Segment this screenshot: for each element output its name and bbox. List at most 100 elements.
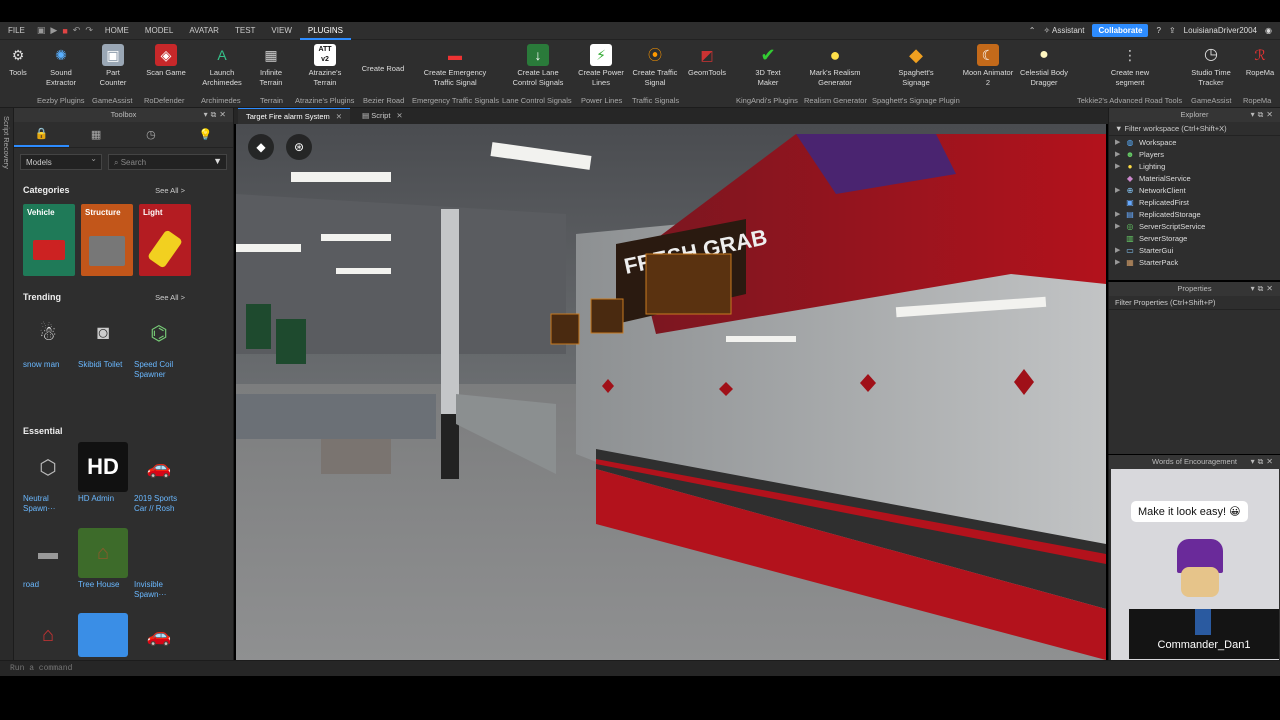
create-lane-control-button[interactable]: ↓ Create Lane Control Signals (506, 44, 570, 88)
trending-see-all[interactable]: See All > (155, 293, 185, 302)
explorer-filter[interactable]: ▼ Filter workspace (Ctrl+Shift+X) (1109, 122, 1280, 136)
explorer-item-lighting[interactable]: ▶ ● Lighting (1109, 160, 1280, 172)
roblox-logo-icon[interactable]: ◆ (248, 134, 274, 160)
create-traffic-signal-button[interactable]: ⦿ Create Traffic Signal (630, 44, 680, 88)
expand-arrow-icon[interactable]: ▶ (1115, 186, 1125, 194)
explorer-item-starterpack[interactable]: ▶ ▦ StarterPack (1109, 256, 1280, 268)
expand-arrow-icon[interactable]: ▶ (1115, 210, 1125, 218)
expand-arrow-icon[interactable]: ▶ (1115, 138, 1125, 146)
explorer-item-replicatedfirst[interactable]: ▣ ReplicatedFirst (1109, 196, 1280, 208)
asset-sports-car[interactable]: 🚗 2019 Sports Car // Rosh (134, 442, 186, 514)
filter-icon[interactable]: ▼ (213, 156, 222, 166)
expand-arrow-icon[interactable]: ▶ (1115, 246, 1125, 254)
panel-controls[interactable]: ▾⧉✕ (1251, 108, 1276, 122)
asset-speed-coil[interactable]: ⌬ Speed Coil Spawner (134, 308, 186, 380)
tab-marketplace[interactable]: 🔒 (14, 122, 69, 147)
replicated-icon: ▣ (1126, 197, 1134, 207)
explorer-item-startergui[interactable]: ▶ ▭ StarterGui (1109, 244, 1280, 256)
asset-snow-man[interactable]: ☃ snow man (23, 308, 75, 370)
save-icon[interactable]: ▣ (37, 25, 46, 36)
geomtools-button[interactable]: ◩ GeomTools (684, 44, 730, 78)
panel-controls[interactable]: ▾⧉✕ (1251, 282, 1276, 296)
category-vehicle[interactable]: Vehicle (23, 204, 75, 276)
asset-building[interactable]: ⌂ (23, 613, 75, 657)
menu-file[interactable]: FILE (0, 22, 33, 40)
asset-sky[interactable] (78, 613, 130, 657)
tab-inventory[interactable]: ▦ (69, 122, 124, 147)
asset-hd-admin[interactable]: HD HD Admin (78, 442, 130, 504)
tools-button[interactable]: ⚙ Tools (4, 44, 32, 78)
asset-neutral-spawn[interactable]: ⬡ Neutral Spawn··· (23, 442, 75, 514)
atrazines-terrain-button[interactable]: ATT v2 Atrazine's Terrain (302, 44, 348, 88)
command-input[interactable] (0, 661, 400, 676)
scan-game-button[interactable]: ◈ Scan Game (146, 44, 186, 78)
assistant-button[interactable]: ✧ Assistant (1044, 26, 1085, 35)
explorer-item-replicatedstorage[interactable]: ▶ ▤ ReplicatedStorage (1109, 208, 1280, 220)
explorer-item-materialservice[interactable]: ◆ MaterialService (1109, 172, 1280, 184)
properties-filter[interactable]: Filter Properties (Ctrl+Shift+P) (1109, 296, 1280, 310)
tab-recent[interactable]: ◷ (124, 122, 179, 147)
create-emergency-signal-button[interactable]: ▬ Create Emergency Traffic Signal (420, 44, 490, 88)
collaborate-button[interactable]: Collaborate (1092, 24, 1149, 37)
3d-text-maker-button[interactable]: ✔ 3D Text Maker (746, 44, 790, 88)
explorer-item-players[interactable]: ▶ ☻ Players (1109, 148, 1280, 160)
launch-archimedes-button[interactable]: A Launch Archimedes (200, 44, 244, 88)
asset-tree-house[interactable]: ⌂ Tree House (78, 528, 130, 590)
explorer-item-networkclient[interactable]: ▶ ⊕ NetworkClient (1109, 184, 1280, 196)
studio-time-tracker-button[interactable]: ◷ Studio Time Tracker (1186, 44, 1236, 88)
asset-pink-car[interactable]: 🚗 (134, 613, 186, 657)
asset-skibidi-toilet[interactable]: ◙ Skibidi Toilet (78, 308, 130, 370)
close-icon[interactable]: ✕ (336, 112, 342, 121)
stop-icon[interactable]: ■ (62, 26, 67, 36)
create-new-segment-button[interactable]: ⋮ Create new segment (1102, 44, 1158, 88)
close-icon[interactable]: ✕ (396, 111, 402, 120)
asset-road[interactable]: ▬ road (23, 528, 75, 590)
spaghetts-signage-button[interactable]: ◆ Spaghett's Signage (884, 44, 948, 88)
sound-extractor-button[interactable]: ✺ Sound Extractor (40, 44, 82, 88)
menu-view[interactable]: VIEW (263, 22, 299, 40)
user-menu-icon[interactable]: ◉ (1265, 26, 1272, 35)
ropema-button[interactable]: ℛ RopeMa (1242, 44, 1278, 78)
undo-icon[interactable]: ↶ (73, 25, 81, 36)
share-icon[interactable]: ⇪ (1169, 26, 1176, 35)
models-select[interactable]: Models (20, 154, 102, 170)
categories-see-all[interactable]: See All > (155, 186, 185, 195)
category-light[interactable]: Light (139, 204, 191, 276)
help-icon[interactable]: ? (1156, 26, 1160, 35)
tab-target-fire-alarm[interactable]: Target Fire alarm System ✕ (238, 108, 351, 124)
username-label[interactable]: LouisianaDriver2004 (1184, 26, 1257, 35)
menu-model[interactable]: MODEL (137, 22, 181, 40)
realism-generator-button[interactable]: ● Mark's Realism Generator (802, 44, 868, 88)
create-power-lines-button[interactable]: ⚡ Create Power Lines (576, 44, 626, 88)
explorer-item-serverstorage[interactable]: ▥ ServerStorage (1109, 232, 1280, 244)
chevron-up-icon[interactable]: ⌃ (1029, 26, 1036, 35)
script-recovery-strip[interactable]: Script Recovery (0, 108, 14, 660)
expand-arrow-icon[interactable]: ▶ (1115, 258, 1125, 266)
tab-script[interactable]: ▤ Script ✕ (354, 108, 411, 124)
play-icon[interactable]: ▶ (50, 25, 57, 36)
celestial-body-dragger-button[interactable]: ● Celestial Body Dragger (1016, 44, 1072, 88)
expand-arrow-icon[interactable]: ▶ (1115, 150, 1125, 158)
camera-control-icon[interactable]: ⊛ (286, 134, 312, 160)
expand-arrow-icon[interactable]: ▶ (1115, 162, 1125, 170)
infinite-terrain-button[interactable]: ▦ Infinite Terrain (253, 44, 289, 88)
search-input[interactable]: ⌕ Search ▼ (108, 154, 227, 170)
category-structure[interactable]: Structure (81, 204, 133, 276)
moon-animator-button[interactable]: ☾ Moon Animator 2 (962, 44, 1014, 88)
expand-arrow-icon[interactable]: ▶ (1115, 222, 1125, 230)
part-counter-button[interactable]: ▣ Part Counter (94, 44, 132, 88)
plug-icon: ⚙ (11, 47, 25, 63)
create-road-button[interactable]: Create Road (358, 64, 408, 74)
3d-viewport[interactable]: FRESH GRAB ◆ ⊛ (236, 124, 1106, 660)
panel-controls[interactable]: ▾⧉✕ (1251, 455, 1276, 469)
asset-invisible-spawn[interactable]: Invisible Spawn··· (134, 528, 186, 600)
tab-creations[interactable]: 💡 (178, 122, 233, 147)
menu-plugins[interactable]: PLUGINS (299, 22, 351, 40)
menu-home[interactable]: HOME (97, 22, 137, 40)
menu-avatar[interactable]: AVATAR (181, 22, 227, 40)
menu-test[interactable]: TEST (227, 22, 263, 40)
explorer-item-serverscriptservice[interactable]: ▶ ◎ ServerScriptService (1109, 220, 1280, 232)
panel-controls[interactable]: ▾⧉✕ (204, 108, 229, 122)
redo-icon[interactable]: ↷ (85, 25, 93, 36)
explorer-item-workspace[interactable]: ▶ ◍ Workspace (1109, 136, 1280, 148)
